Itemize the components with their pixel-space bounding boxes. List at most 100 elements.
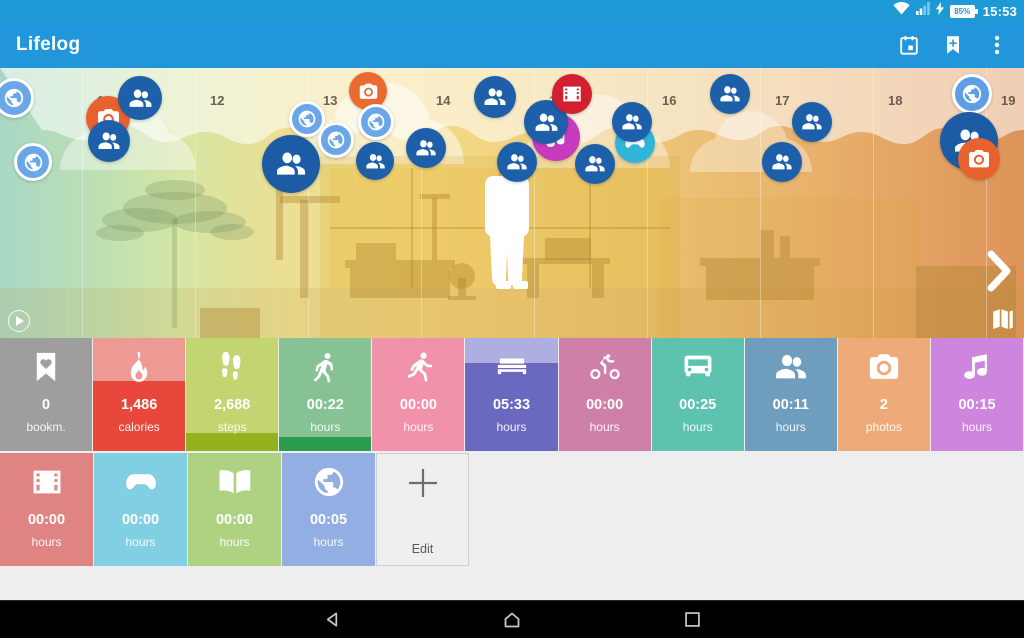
timeline-bubble-people[interactable] bbox=[497, 142, 537, 182]
timeline-bubble-people[interactable] bbox=[762, 142, 802, 182]
tile-row-secondary: 00:00 hours 00:00 hours 00:00 hours 00:05 hours… bbox=[0, 453, 1024, 566]
bed-icon bbox=[495, 338, 529, 396]
status-bar: 85% 15:53 bbox=[0, 0, 1024, 22]
timeline-bubble-globe[interactable] bbox=[952, 74, 992, 114]
timeline-bubble-people[interactable] bbox=[406, 128, 446, 168]
tile-unit-label: steps bbox=[217, 419, 247, 434]
communication-tile[interactable]: 00:11 hours bbox=[744, 338, 837, 451]
hour-label-19: 19 bbox=[1001, 93, 1016, 108]
tile-unit-label: calories bbox=[118, 419, 160, 434]
tile-value: 00:00 bbox=[586, 397, 624, 413]
android-nav-bar bbox=[0, 600, 1024, 638]
app-title: Lifelog bbox=[16, 34, 81, 55]
tile-content: 00:05 hours bbox=[282, 453, 375, 566]
timeline-bubble-people[interactable] bbox=[262, 135, 320, 193]
tile-unit-label: hours bbox=[403, 419, 434, 434]
tile-value: 00:11 bbox=[772, 397, 809, 413]
tile-content: 00:15 hours bbox=[931, 338, 1023, 451]
play-icon[interactable] bbox=[8, 310, 30, 332]
people-icon bbox=[774, 338, 808, 396]
timeline-bubble-people[interactable] bbox=[792, 102, 832, 142]
timeline-bubble-people[interactable] bbox=[474, 76, 516, 118]
battery-indicator: 85% bbox=[949, 4, 978, 18]
tile-unit-label: hours bbox=[31, 534, 62, 549]
music-tile[interactable]: 00:15 hours bbox=[930, 338, 1024, 451]
tile-value: 2 bbox=[879, 397, 888, 413]
cellular-signal-icon bbox=[915, 2, 930, 20]
map-icon[interactable] bbox=[990, 306, 1016, 332]
timeline-bubble-film[interactable] bbox=[552, 74, 592, 114]
photos-tile[interactable]: 2 photos bbox=[837, 338, 930, 451]
hour-divider bbox=[873, 68, 874, 338]
tile-content: 2 photos bbox=[838, 338, 930, 451]
bus-icon bbox=[681, 338, 715, 396]
calories-tile[interactable]: 1,486 calories bbox=[93, 338, 186, 451]
tile-unit-label: hours bbox=[961, 419, 992, 434]
transport-tile[interactable]: 00:25 hours bbox=[651, 338, 744, 451]
tile-value: 05:33 bbox=[492, 397, 531, 413]
tile-content: 00:22 hours bbox=[279, 338, 371, 451]
nav-recents-button[interactable] bbox=[677, 605, 707, 635]
add-bookmark-icon[interactable] bbox=[940, 32, 966, 58]
timeline-bubble-people[interactable] bbox=[710, 74, 750, 114]
timeline-bubble-globe[interactable] bbox=[14, 143, 52, 181]
movies-tile[interactable]: 00:00 hours bbox=[0, 453, 93, 566]
charging-bolt-icon bbox=[935, 2, 944, 20]
calendar-icon[interactable] bbox=[896, 32, 922, 58]
nav-home-button[interactable] bbox=[497, 605, 527, 635]
bicycle-icon bbox=[588, 338, 622, 396]
tile-value: 00:00 bbox=[215, 512, 254, 528]
books-tile[interactable]: 00:00 hours bbox=[188, 453, 281, 566]
overflow-menu-icon[interactable] bbox=[984, 32, 1010, 58]
timeline-bubble-camera[interactable] bbox=[958, 138, 1000, 180]
app-bar-actions bbox=[896, 32, 1024, 58]
timeline-bubble-people[interactable] bbox=[612, 102, 652, 142]
nav-back-button[interactable] bbox=[317, 605, 347, 635]
tile-content: Edit bbox=[377, 454, 468, 565]
walking-icon bbox=[308, 338, 342, 396]
timeline-bubble-people[interactable] bbox=[88, 120, 130, 162]
tile-content: 00:00 hours bbox=[372, 338, 464, 451]
timeline-bubble-globe[interactable] bbox=[318, 122, 354, 158]
walk-tile[interactable]: 00:22 hours bbox=[279, 338, 372, 451]
hour-label-13: 13 bbox=[323, 93, 338, 108]
bookmarks-tile[interactable]: 0 bookm. bbox=[0, 338, 93, 451]
timeline-bubble-people[interactable] bbox=[356, 142, 394, 180]
chevron-right-icon[interactable] bbox=[982, 246, 1016, 296]
running-icon bbox=[401, 338, 435, 396]
tile-content: 00:00 hours bbox=[559, 338, 651, 451]
tile-content: 2,688 steps bbox=[186, 338, 278, 451]
tile-unit-label: photos bbox=[865, 419, 902, 434]
tile-unit-label: hours bbox=[496, 419, 527, 434]
app-bar: Lifelog bbox=[0, 22, 1024, 68]
book-icon bbox=[218, 453, 252, 511]
steps-tile[interactable]: 2,688 steps bbox=[186, 338, 279, 451]
timeline-bubble-globe[interactable] bbox=[358, 104, 394, 140]
battery-level: 85% bbox=[954, 6, 971, 16]
timeline-hero[interactable]: 11 12 13 14 15 16 17 18 19 bbox=[0, 68, 1024, 338]
games-tile[interactable]: 00:00 hours bbox=[94, 453, 187, 566]
gamepad-icon bbox=[124, 453, 158, 511]
browsing-tile[interactable]: 00:05 hours bbox=[282, 453, 375, 566]
tile-value: 00:15 bbox=[958, 397, 996, 413]
edit-tile[interactable]: Edit bbox=[376, 453, 469, 566]
tile-content: 00:11 hours bbox=[745, 338, 837, 451]
tile-unit-label: hours bbox=[775, 419, 806, 434]
tile-content: 00:00 hours bbox=[188, 453, 281, 566]
run-tile[interactable]: 00:00 hours bbox=[372, 338, 465, 451]
tile-value: 1,486 bbox=[120, 397, 158, 413]
hour-divider bbox=[421, 68, 422, 338]
footsteps-icon bbox=[215, 338, 249, 396]
bike-tile[interactable]: 00:00 hours bbox=[558, 338, 651, 451]
wifi-icon bbox=[893, 2, 910, 20]
hour-label-12: 12 bbox=[210, 93, 225, 108]
sleep-tile[interactable]: 05:33 hours bbox=[465, 338, 558, 451]
timeline-bubble-people[interactable] bbox=[575, 144, 615, 184]
hour-divider bbox=[82, 68, 83, 338]
timeline-bubble-people[interactable] bbox=[118, 76, 162, 120]
tile-value: 00:05 bbox=[309, 512, 348, 528]
tile-value: 00:00 bbox=[121, 512, 160, 528]
hour-divider bbox=[986, 68, 987, 338]
tile-content: 00:00 hours bbox=[94, 453, 187, 566]
music-note-icon bbox=[960, 338, 994, 396]
